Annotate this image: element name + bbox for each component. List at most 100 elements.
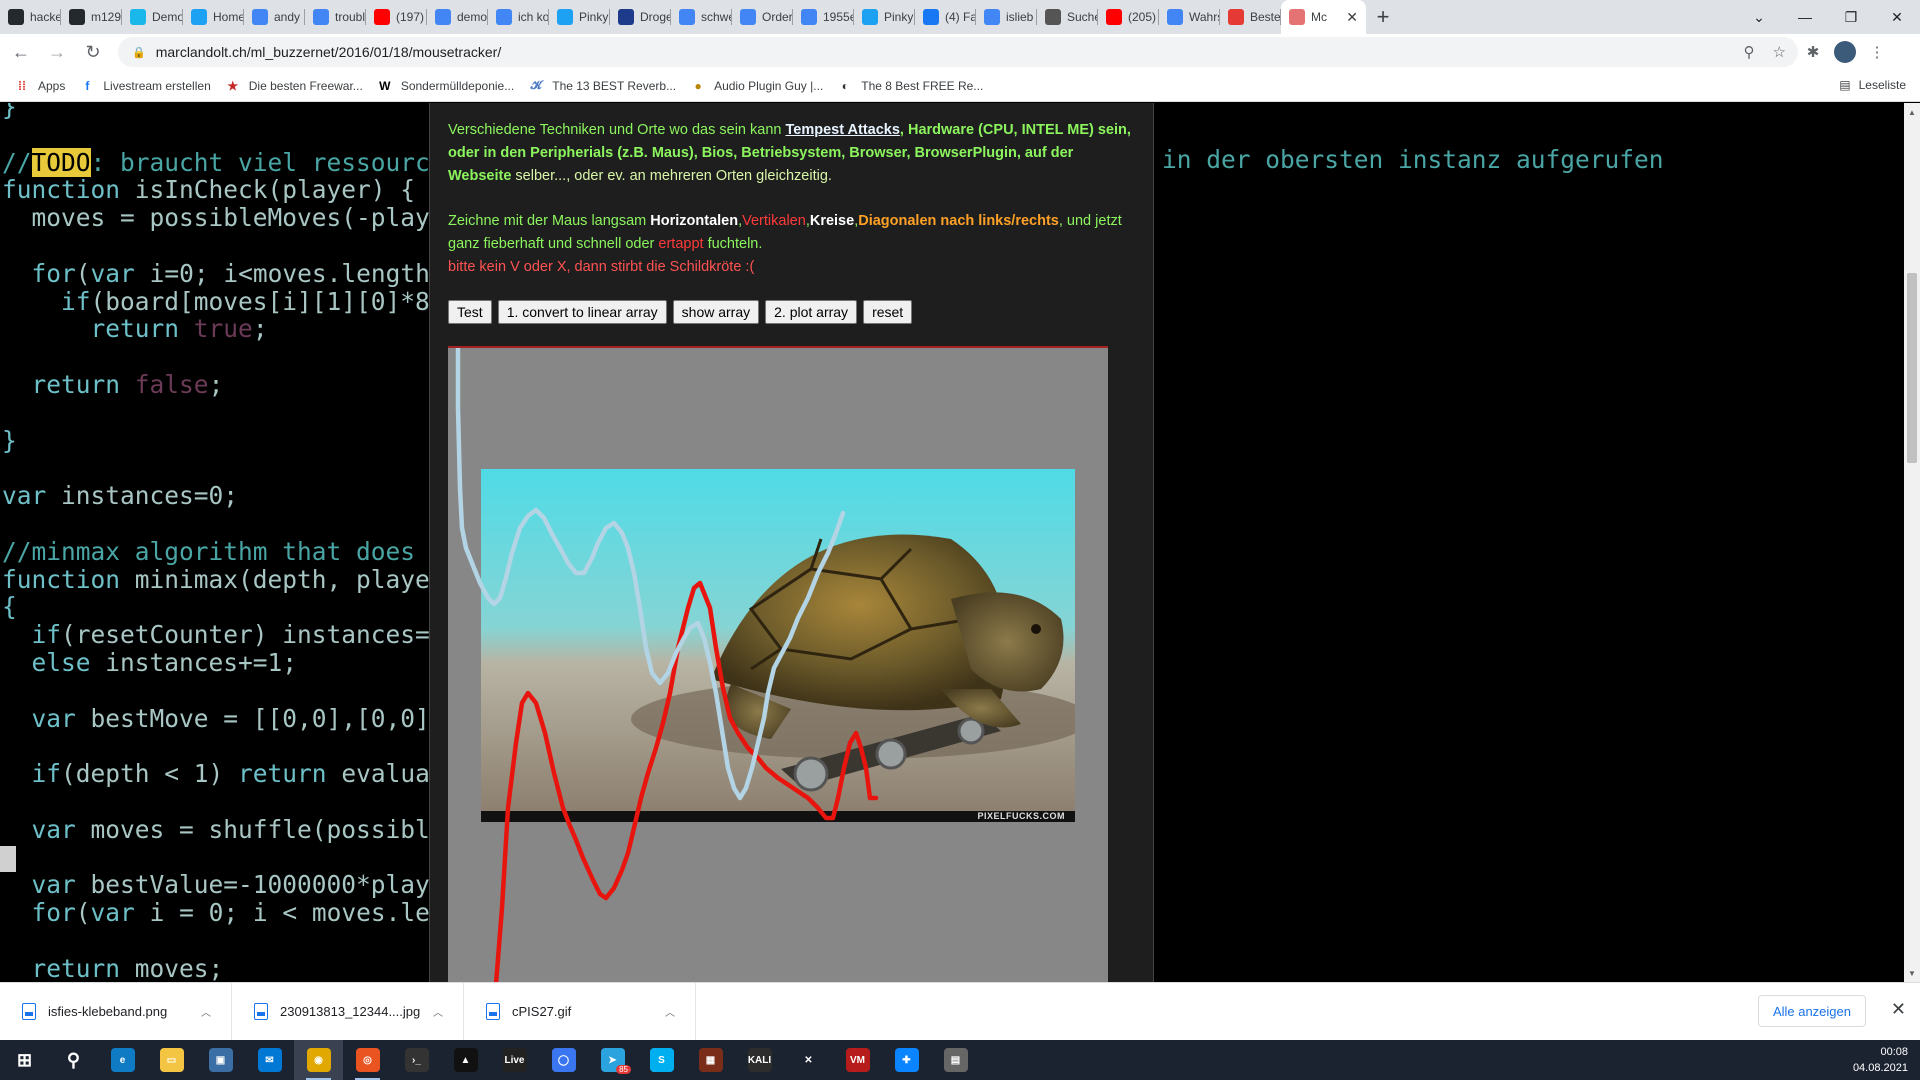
page-content: } //TODO: braucht viel ressourcen functi… <box>0 103 1904 982</box>
taskbar-app[interactable]: ▦ <box>686 1040 735 1080</box>
download-filename[interactable]: 230913813_12344....jpg <box>280 1004 420 1019</box>
bookmark-item[interactable]: ● Audio Plugin Guy |... <box>690 78 823 94</box>
browser-tab[interactable]: Droge <box>610 0 671 34</box>
bookmark-item[interactable]: ◐ The 8 Best FREE Re... <box>837 78 984 94</box>
browser-tab[interactable]: Demo <box>122 0 183 34</box>
bookmark-label: Livestream erstellen <box>103 78 211 93</box>
profile-avatar[interactable] <box>1834 41 1856 63</box>
show-array-button[interactable]: show array <box>672 300 760 324</box>
taskbar-app[interactable]: ◯ <box>539 1040 588 1080</box>
taskbar-app[interactable]: ›_ <box>392 1040 441 1080</box>
bookmark-item[interactable]: f Livestream erstellen <box>79 78 210 94</box>
menu-icon[interactable]: ⋮ <box>1862 37 1892 67</box>
scroll-up-icon[interactable]: ▲ <box>1904 105 1920 119</box>
browser-tab[interactable]: schwe <box>671 0 732 34</box>
zoom-icon[interactable]: ⚲ <box>1744 43 1755 61</box>
taskbar-app[interactable]: ➤ 85 <box>588 1040 637 1080</box>
browser-tab[interactable]: (205) F <box>1098 0 1159 34</box>
bookmark-item[interactable]: ★ Die besten Freewar... <box>225 78 362 94</box>
browser-tab[interactable]: m129... <box>61 0 122 34</box>
live-icon: Live <box>502 1048 527 1072</box>
browser-tab[interactable]: hacker <box>0 0 61 34</box>
bookmark-star-icon[interactable]: ☆ <box>1773 43 1786 61</box>
convert-linear-array-button[interactable]: 1. convert to linear array <box>497 300 667 324</box>
taskbar-app[interactable]: ✕ <box>784 1040 833 1080</box>
drawing-canvas[interactable]: PIXELFUCKS.COM <box>448 346 1108 982</box>
download-item[interactable]: isfies-klebeband.png ︿ <box>0 982 232 1041</box>
chevron-up-icon[interactable]: ︿ <box>665 1004 675 1019</box>
url-text[interactable]: marclandolt.ch/ml_buzzernet/2016/01/18/m… <box>156 44 502 60</box>
text-cursor <box>0 846 16 872</box>
omnibox-actions: ⚲ ☆ <box>1744 43 1786 61</box>
bookmark-item[interactable]: W Sondermülldeponie... <box>377 78 514 94</box>
extensions-icon[interactable]: ✱ <box>1798 37 1828 67</box>
close-tab-icon[interactable]: ✕ <box>1346 9 1358 26</box>
close-window-icon[interactable]: ✕ <box>1874 0 1920 34</box>
browser-tab[interactable]: islieb c <box>976 0 1037 34</box>
browser-tab[interactable]: Home <box>183 0 244 34</box>
browser-tab[interactable]: (4) Fac <box>915 0 976 34</box>
new-tab-button[interactable]: + <box>1366 0 1400 34</box>
taskbar-app[interactable]: ✉ <box>245 1040 294 1080</box>
browser-tab[interactable]: 1955e <box>793 0 854 34</box>
back-icon[interactable]: ← <box>6 37 36 67</box>
taskbar-app[interactable]: ▣ <box>196 1040 245 1080</box>
bookmark-item[interactable]: ⁞⁞ Apps <box>14 78 65 94</box>
taskbar-app[interactable]: KALI <box>735 1040 784 1080</box>
browser-tab[interactable]: ich ko <box>488 0 549 34</box>
browser-tab[interactable]: Order <box>732 0 793 34</box>
browser-tab[interactable]: Bestell <box>1220 0 1281 34</box>
taskbar-app[interactable]: Live <box>490 1040 539 1080</box>
bookmark-item[interactable]: 𝓚 The 13 BEST Reverb... <box>528 78 676 94</box>
minimize-icon[interactable]: — <box>1782 0 1828 34</box>
taskbar-app[interactable]: ◎ <box>343 1040 392 1080</box>
shop-icon <box>1228 9 1244 25</box>
code-comment-right: in der obersten instanz aufgerufen <box>1162 145 1664 174</box>
tab-search-icon[interactable]: ⌄ <box>1736 0 1782 34</box>
taskbar-app[interactable]: ◉ <box>294 1040 343 1080</box>
taskbar-app[interactable]: S <box>637 1040 686 1080</box>
forward-icon[interactable]: → <box>42 37 72 67</box>
reset-button[interactable]: reset <box>863 300 913 324</box>
download-filename[interactable]: cPIS27.gif <box>512 1004 571 1019</box>
system-clock[interactable]: 00:08 04.08.2021 <box>1853 1044 1908 1076</box>
mail-icon: ✉ <box>257 1048 282 1072</box>
browser-tab[interactable]: troubl <box>305 0 366 34</box>
restore-icon[interactable]: ❐ <box>1828 0 1874 34</box>
taskbar-app[interactable]: ▭ <box>147 1040 196 1080</box>
scroll-down-icon[interactable]: ▼ <box>1904 966 1920 980</box>
download-item[interactable]: 230913813_12344....jpg ︿ <box>232 982 464 1041</box>
download-filename[interactable]: isfies-klebeband.png <box>48 1004 167 1019</box>
page-scrollbar[interactable]: ▲ ▼ <box>1904 103 1920 982</box>
taskbar-app[interactable]: ▲ <box>441 1040 490 1080</box>
close-shelf-icon[interactable]: ✕ <box>1891 999 1906 1020</box>
show-all-downloads-button[interactable]: Alle anzeigen <box>1757 995 1866 1027</box>
test-button[interactable]: Test <box>448 300 492 324</box>
reload-icon[interactable]: ↻ <box>78 37 108 67</box>
chevron-up-icon[interactable]: ︿ <box>433 1004 443 1019</box>
screen-icon: ▤ <box>943 1048 968 1072</box>
plugin-guy-icon: ● <box>694 78 702 93</box>
chevron-up-icon[interactable]: ︿ <box>201 1004 211 1019</box>
taskbar-app[interactable]: e <box>98 1040 147 1080</box>
taskbar-app[interactable]: ⚲ <box>49 1040 98 1080</box>
tempest-attacks-link[interactable]: Tempest Attacks <box>785 122 899 138</box>
taskbar-app[interactable]: ✚ <box>882 1040 931 1080</box>
browser-tab[interactable]: Suche <box>1037 0 1098 34</box>
reading-list[interactable]: ▤ Leseliste <box>1839 78 1906 92</box>
taskbar-app[interactable]: VM <box>833 1040 882 1080</box>
browser-tab[interactable]: Wahrs <box>1159 0 1220 34</box>
browser-tab[interactable]: PinkyD <box>854 0 915 34</box>
active-browser-tab[interactable]: Mc ✕ <box>1281 0 1366 34</box>
plot-array-button[interactable]: 2. plot array <box>765 300 858 324</box>
download-item[interactable]: cPIS27.gif ︿ <box>464 982 696 1041</box>
browser-tab[interactable]: andy n <box>244 0 305 34</box>
taskbar-app[interactable]: ⊞ <box>0 1040 49 1080</box>
browser-tab[interactable]: demo <box>427 0 488 34</box>
lock-icon[interactable]: 🔒 <box>132 46 146 59</box>
browser-tab[interactable]: (197) A <box>366 0 427 34</box>
address-bar[interactable]: 🔒 marclandolt.ch/ml_buzzernet/2016/01/18… <box>118 37 1798 67</box>
browser-tab[interactable]: PinkyD <box>549 0 610 34</box>
taskbar-app[interactable]: ▤ <box>931 1040 980 1080</box>
scrollbar-thumb[interactable] <box>1907 273 1917 463</box>
